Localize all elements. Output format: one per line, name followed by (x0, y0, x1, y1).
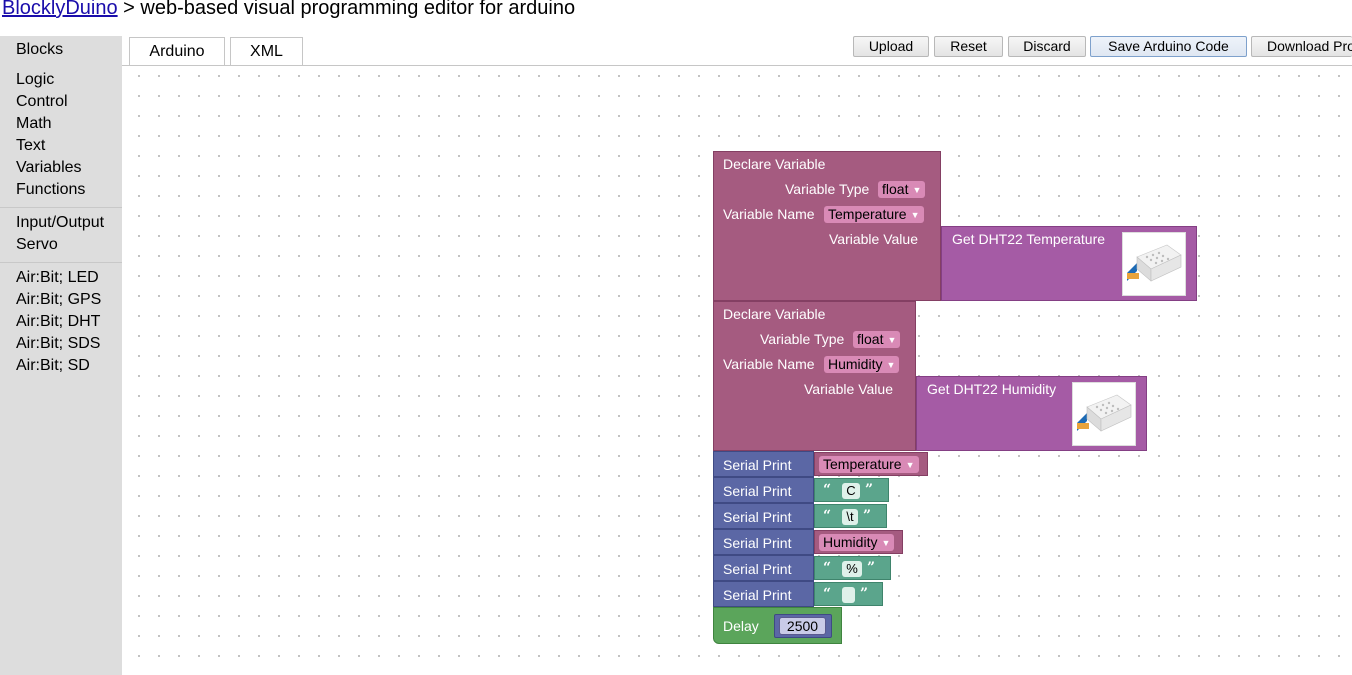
delay-ms-field[interactable]: 2500 (779, 617, 826, 635)
dropdown-value: float (857, 331, 884, 347)
category-text[interactable]: Text (16, 135, 45, 157)
variable-get-block[interactable]: Temperature ▼ (814, 452, 928, 476)
variable-dropdown[interactable]: Temperature ▼ (819, 456, 919, 473)
declare-variable-block[interactable]: Declare Variable Variable Type float ▼ Va… (713, 151, 941, 301)
block-title: Serial Print (723, 483, 792, 499)
category-variables[interactable]: Variables (16, 157, 82, 179)
block-title: Serial Print (723, 561, 792, 577)
number-block[interactable]: 2500 (774, 614, 832, 638)
serial-print-block[interactable]: Serial Print (713, 581, 814, 607)
variable-name-label: Variable Name (723, 206, 815, 222)
dht22-sensor-image (1127, 244, 1182, 282)
serial-print-block[interactable]: Serial Print (713, 477, 814, 503)
block-title: Serial Print (723, 535, 792, 551)
category-airbit-sd[interactable]: Air:Bit; SD (16, 355, 90, 377)
open-quote-icon: “ (823, 482, 832, 498)
block-title: Get DHT22 Humidity (927, 381, 1057, 397)
discard-button[interactable]: Discard (1008, 36, 1086, 57)
variable-name-dropdown[interactable]: Humidity ▼ (824, 356, 900, 373)
page-tagline: > web-based visual programming editor fo… (117, 0, 576, 19)
save-arduino-code-button[interactable]: Save Arduino Code (1090, 36, 1247, 57)
serial-print-block[interactable]: Serial Print (713, 555, 814, 581)
dropdown-value: Temperature (823, 456, 902, 472)
variable-value-label: Variable Value (804, 381, 893, 397)
variable-type-label: Variable Type (785, 181, 870, 197)
close-quote-icon: ” (867, 560, 876, 576)
variable-value-label: Variable Value (829, 231, 918, 247)
category-servo[interactable]: Servo (16, 234, 58, 256)
chevron-down-icon: ▼ (905, 460, 915, 470)
get-dht22-humidity-block[interactable]: Get DHT22 Humidity (916, 376, 1147, 451)
dropdown-value: Humidity (823, 534, 878, 550)
dropdown-value: float (882, 181, 909, 197)
serial-print-block[interactable]: Serial Print (713, 503, 814, 529)
block-title: Declare Variable (723, 306, 826, 322)
chevron-down-icon: ▼ (881, 538, 891, 548)
declare-variable-block[interactable]: Declare Variable Variable Type float ▼ Va… (713, 301, 916, 451)
chevron-down-icon: ▼ (912, 185, 922, 195)
text-string-block[interactable]: “ \t ” (814, 504, 887, 528)
serial-print-block[interactable]: Serial Print (713, 451, 814, 477)
chevron-down-icon: ▼ (887, 335, 897, 345)
category-airbit-dht[interactable]: Air:Bit; DHT (16, 311, 100, 333)
block-title: Declare Variable (723, 156, 826, 172)
block-title: Serial Print (723, 457, 792, 473)
variable-name-dropdown[interactable]: Temperature ▼ (824, 206, 924, 223)
text-string-block[interactable]: “ C ” (814, 478, 889, 502)
block-title: Serial Print (723, 509, 792, 525)
text-value-field[interactable]: % (842, 561, 862, 577)
category-airbit-sds[interactable]: Air:Bit; SDS (16, 333, 100, 355)
category-input-output[interactable]: Input/Output (16, 212, 104, 234)
blocklyduino-link[interactable]: BlocklyDuino (2, 0, 118, 19)
text-value-field[interactable]: \t (842, 509, 858, 525)
text-value-field[interactable] (842, 587, 855, 603)
reset-button[interactable]: Reset (934, 36, 1003, 57)
close-quote-icon: ” (860, 586, 869, 602)
category-logic[interactable]: Logic (16, 69, 54, 91)
dropdown-value: Humidity (828, 356, 883, 372)
block-title: Serial Print (723, 587, 792, 603)
variable-type-dropdown[interactable]: float ▼ (878, 181, 926, 198)
text-string-block[interactable]: “ ” (814, 582, 883, 606)
category-control[interactable]: Control (16, 91, 68, 113)
sidebar-title: Blocks (16, 41, 64, 58)
dht22-sensor-icon (1122, 232, 1186, 296)
variable-get-block[interactable]: Humidity ▼ (814, 530, 903, 554)
open-quote-icon: “ (823, 508, 832, 524)
open-quote-icon: “ (823, 560, 832, 576)
block-category-sidebar: Blocks Logic Control Math Text Variables… (0, 36, 122, 675)
tab-arduino[interactable]: Arduino (129, 37, 225, 65)
text-value-field[interactable]: C (842, 483, 860, 499)
open-quote-icon: “ (823, 586, 832, 602)
category-airbit-led[interactable]: Air:Bit; LED (16, 267, 99, 289)
page-title: BlocklyDuino > web-based visual programm… (2, 0, 575, 20)
sidebar-separator (0, 207, 122, 208)
variable-name-label: Variable Name (723, 356, 815, 372)
category-math[interactable]: Math (16, 113, 52, 135)
delay-block[interactable]: Delay 2500 (713, 607, 842, 644)
serial-print-block[interactable]: Serial Print (713, 529, 814, 555)
download-project-button[interactable]: Download Pro (1251, 36, 1352, 57)
category-airbit-gps[interactable]: Air:Bit; GPS (16, 289, 101, 311)
sidebar-separator (0, 262, 122, 263)
tab-xml[interactable]: XML (230, 37, 303, 65)
text-string-block[interactable]: “ % ” (814, 556, 891, 580)
dht22-sensor-image (1077, 394, 1132, 432)
close-quote-icon: ” (863, 508, 872, 524)
block-title: Get DHT22 Temperature (952, 231, 1106, 247)
dht22-sensor-icon (1072, 382, 1136, 446)
dropdown-value: Temperature (828, 206, 907, 222)
block-title: Delay (723, 618, 759, 634)
get-dht22-temperature-block[interactable]: Get DHT22 Temperature (941, 226, 1197, 301)
close-quote-icon: ” (865, 482, 874, 498)
variable-type-label: Variable Type (760, 331, 845, 347)
variable-type-dropdown[interactable]: float ▼ (853, 331, 901, 348)
category-functions[interactable]: Functions (16, 179, 85, 201)
variable-dropdown[interactable]: Humidity ▼ (819, 534, 895, 551)
chevron-down-icon: ▼ (910, 210, 920, 220)
blockly-workspace[interactable]: Declare Variable Variable Type float ▼ Va… (123, 66, 1352, 675)
chevron-down-icon: ▼ (886, 360, 896, 370)
upload-button[interactable]: Upload (853, 36, 929, 57)
